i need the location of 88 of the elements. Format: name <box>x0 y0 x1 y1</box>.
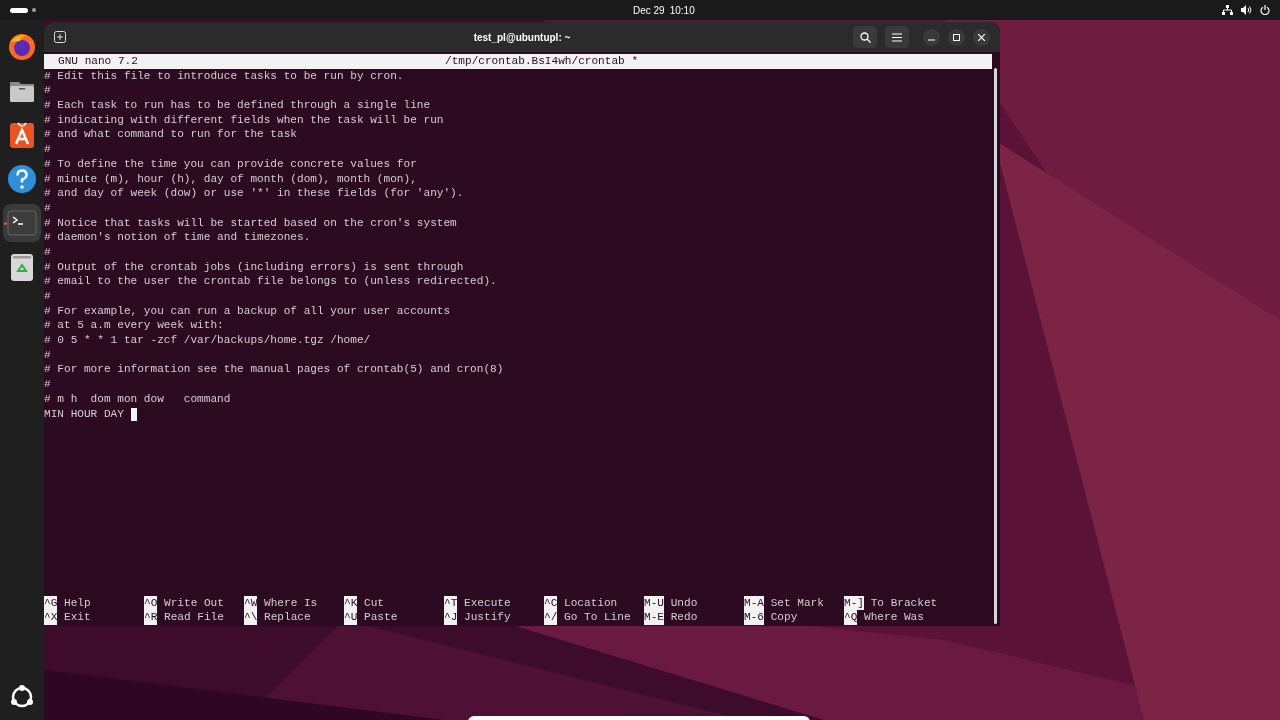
shortcut-label: Redo <box>670 610 698 625</box>
code-line: # Each task to run has to be defined through a single line <box>44 98 431 113</box>
shortcut-label: Cut <box>364 595 384 611</box>
maximize-icon <box>953 33 960 41</box>
code-line: # indicating with different fields when the task will be run <box>44 112 444 128</box>
shortcut-label: Justify <box>464 610 511 625</box>
minimize-button[interactable] <box>923 28 940 46</box>
text-cursor <box>130 407 138 421</box>
shortcut-key: ^O <box>144 595 158 611</box>
menu-icon <box>892 32 902 42</box>
workspace-indicator[interactable] <box>10 7 36 13</box>
shortcut-label: Go To Line <box>564 610 631 625</box>
code-line: # Notice that tasks will be started based on the cron's system <box>44 215 457 231</box>
shortcut-label: Location <box>564 595 618 611</box>
trash-icon <box>9 252 35 282</box>
shortcut-label: Set Mark <box>770 595 824 611</box>
code-line: # Output of the crontab jobs (including errors) is sent through <box>44 259 464 275</box>
shortcut-key: ^T <box>444 595 458 611</box>
shortcut-label: Help <box>64 595 91 611</box>
shortcut-key: ^Q <box>844 610 858 625</box>
menu-button[interactable] <box>885 26 909 48</box>
shortcut-label: Copy <box>770 610 798 625</box>
shortcut-label: Undo <box>670 595 698 611</box>
code-line: MIN HOUR DAY <box>44 406 125 422</box>
shortcut-key: ^G <box>44 595 58 611</box>
shortcut-key: ^X <box>44 610 58 625</box>
clock-date[interactable]: Dec 29 <box>633 2 665 18</box>
shortcut-label: To Bracket <box>870 595 938 611</box>
shortcut-key: M-] <box>844 595 864 611</box>
code-line: # <box>44 200 51 216</box>
shortcut-key: M-U <box>644 595 664 611</box>
maximize-button[interactable] <box>948 28 965 46</box>
store-icon <box>7 120 37 150</box>
code-line: # Edit this file to introduce tasks to be run by cron. <box>44 68 404 84</box>
code-line: # email to the user the crontab file belongs to (unless redirected). <box>44 274 497 289</box>
search-icon <box>859 31 871 43</box>
shortcut-label: Paste <box>364 610 398 625</box>
clock-time[interactable]: 10:10 <box>669 2 695 18</box>
code-line: # For more information see the manual pages of crontab(5) and cron(8) <box>44 362 504 378</box>
code-line: # daemon's notion of time and timezones. <box>44 230 311 245</box>
shortcut-label: Read File <box>164 610 224 625</box>
code-line: # To define the time you can provide concrete values for <box>44 156 417 172</box>
window-title: test_pl@ubuntupl: ~ <box>473 30 571 45</box>
shortcut-label: Execute <box>464 595 511 611</box>
close-icon <box>978 33 985 41</box>
shortcut-key: ^K <box>344 595 358 611</box>
code-line: # 0 5 * * 1 tar -zcf /var/backups/home.tgz /home/ <box>44 333 371 348</box>
code-line: # <box>44 244 51 260</box>
shortcut-label: Exit <box>64 610 91 625</box>
running-indicator <box>4 222 7 225</box>
shortcut-label: Write Out <box>164 595 224 611</box>
shortcut-label: Replace <box>264 610 311 625</box>
code-line: # <box>44 377 51 392</box>
shortcut-key: M-6 <box>744 610 764 625</box>
help-icon <box>7 164 37 194</box>
code-line: # and what command to run for the task <box>44 127 297 143</box>
code-line: # For example, you can run a backup of all your user accounts <box>44 303 451 319</box>
shortcut-key: ^R <box>144 610 158 625</box>
show-apps-icon[interactable] <box>9 684 35 710</box>
volume-icon[interactable] <box>1241 5 1252 15</box>
network-icon[interactable] <box>1222 5 1233 15</box>
shortcut-key: ^\ <box>244 610 258 625</box>
shortcut-key: ^U <box>344 610 358 625</box>
shortcut-key: M-E <box>644 610 664 625</box>
close-button[interactable] <box>973 28 990 46</box>
shortcut-key: ^W <box>244 595 258 611</box>
shortcut-key: M-A <box>744 595 764 611</box>
scrollbar[interactable] <box>994 68 997 624</box>
code-line: # at 5 a.m every week with: <box>44 318 224 334</box>
code-line: # <box>44 142 51 157</box>
shortcut-key: ^/ <box>544 610 558 625</box>
shortcut-key: ^C <box>544 595 558 611</box>
code-line: # m h dom mon dow command <box>44 391 231 407</box>
shortcut-label: Where Is <box>264 595 318 611</box>
code-line: # and day of week (dow) or use '*' in these fields (for 'any'). <box>44 186 464 201</box>
browser-icon <box>7 32 37 62</box>
code-line: # <box>44 289 51 304</box>
code-line: # minute (m), hour (h), day of month (dom), month (mon), <box>44 171 417 187</box>
code-line: # <box>44 83 51 99</box>
file-name: /tmp/crontab.BsI4wh/crontab * <box>445 54 639 69</box>
shortcut-key: ^J <box>444 610 458 625</box>
code-line: # <box>44 347 51 363</box>
editor-version: GNU nano 7.2 <box>58 54 138 69</box>
power-icon[interactable] <box>1260 5 1270 15</box>
terminal-icon <box>7 210 37 236</box>
shortcut-label: Where Was <box>864 610 924 625</box>
new-tab-icon[interactable] <box>54 31 66 43</box>
search-button[interactable] <box>853 26 877 48</box>
